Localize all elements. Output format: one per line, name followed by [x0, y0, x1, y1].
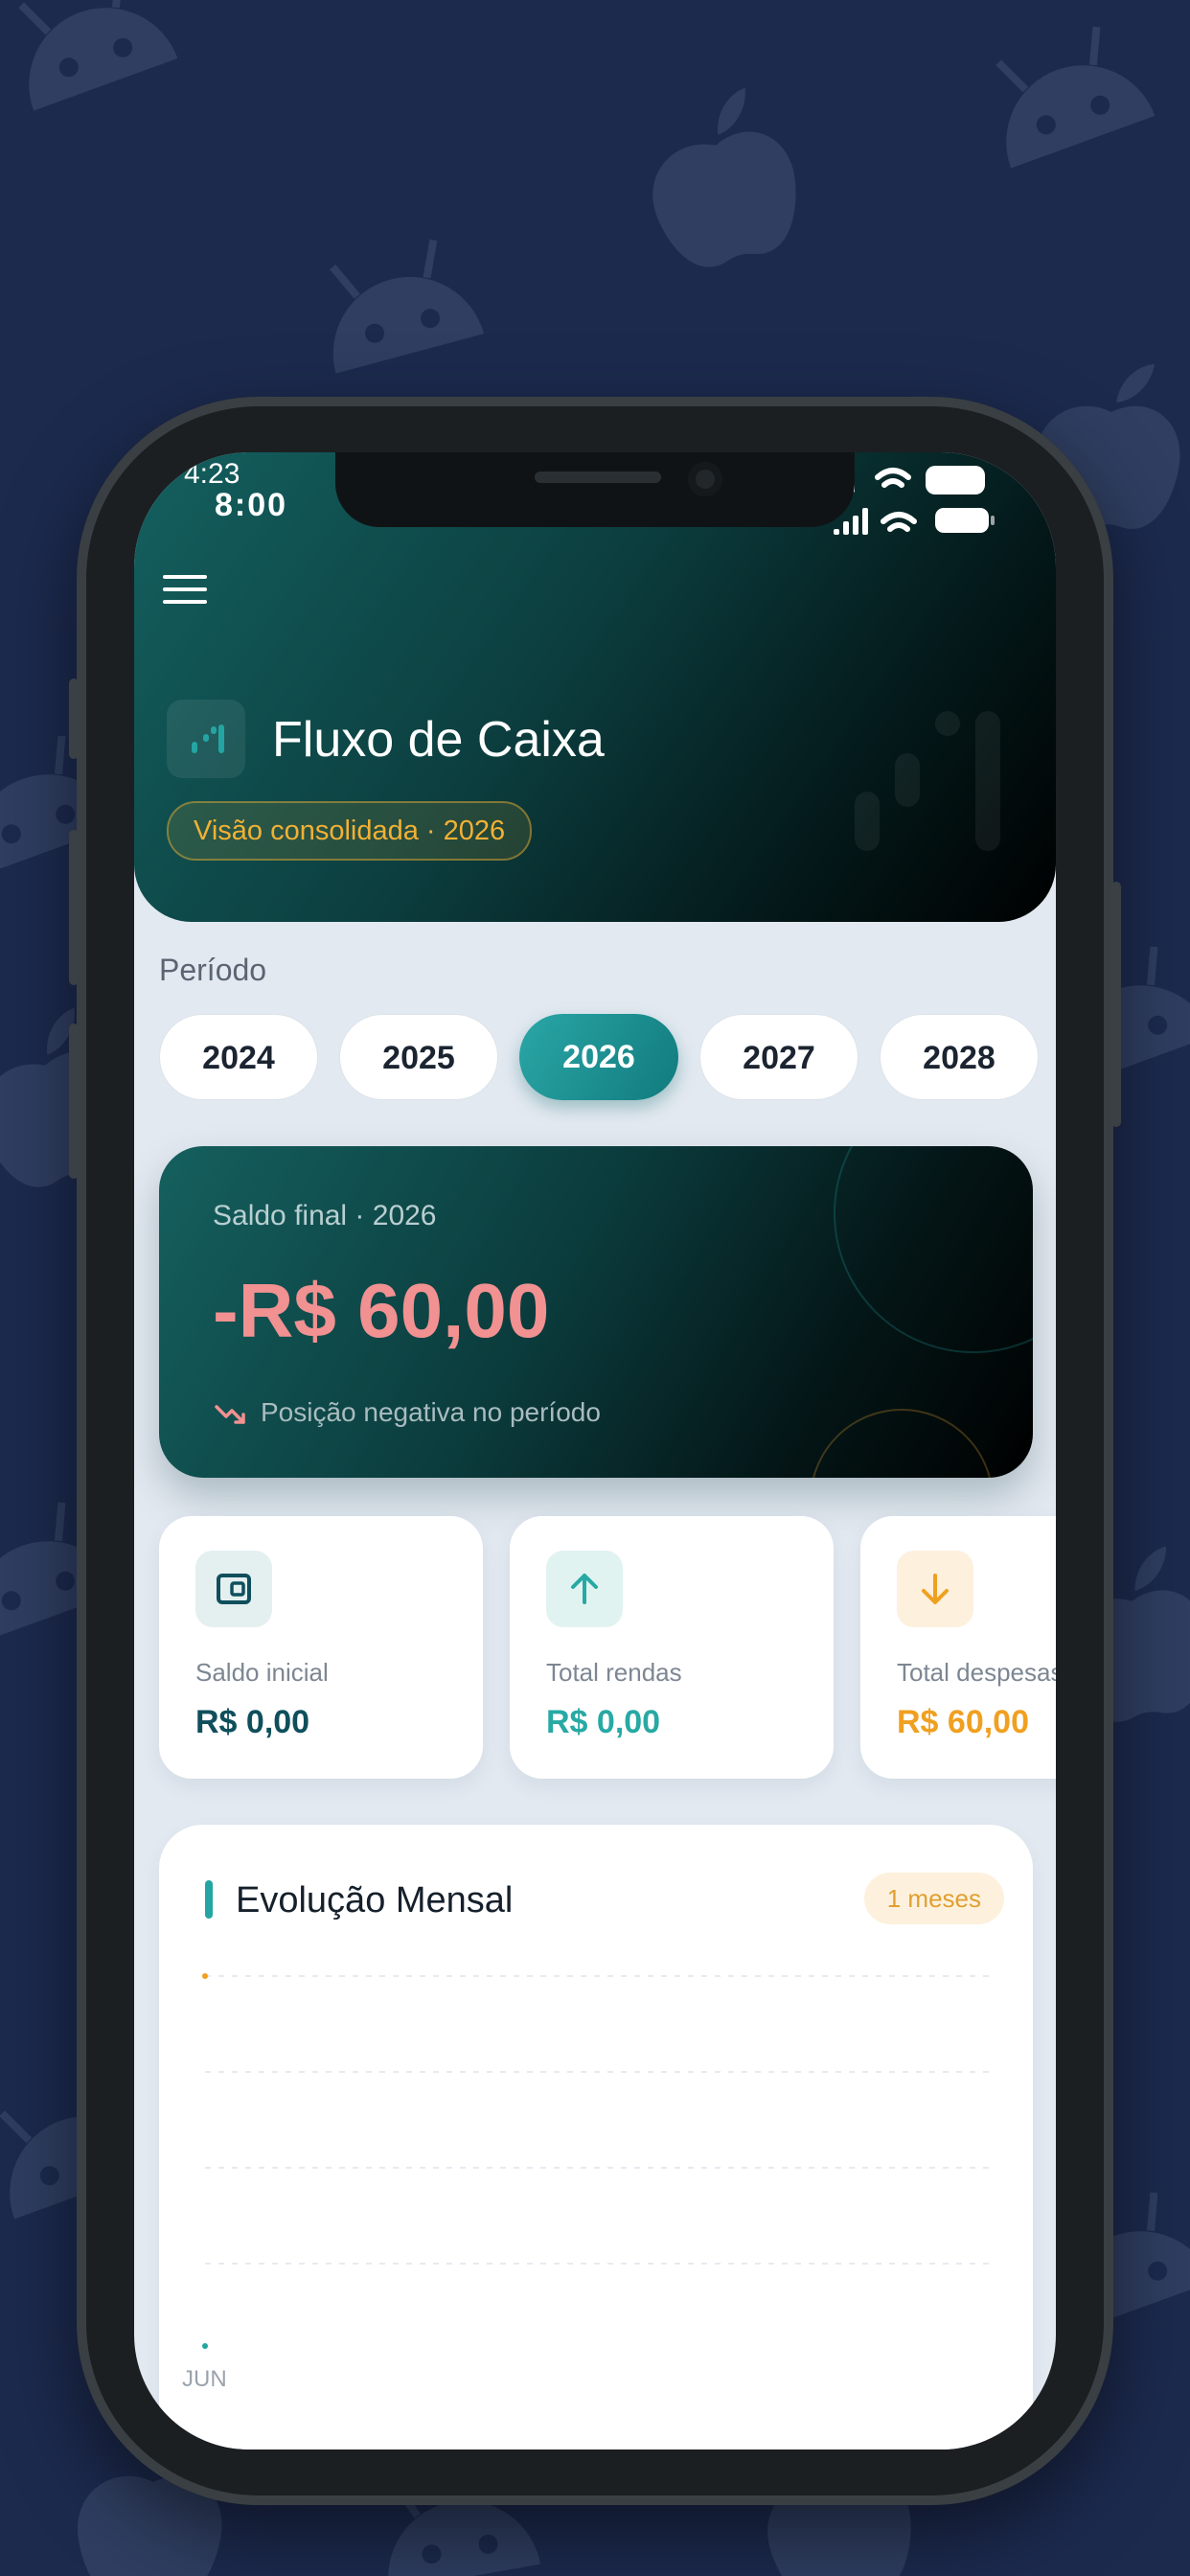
- year-chip-2028[interactable]: 2028: [880, 1014, 1039, 1100]
- arrow-down-icon: [897, 1551, 973, 1627]
- volume-down-button: [69, 1024, 79, 1179]
- arrow-up-icon: [546, 1551, 623, 1627]
- card-label: Total despesas: [897, 1658, 1056, 1687]
- data-point-1-0: [202, 1973, 208, 1979]
- trending-down-icon: [215, 1405, 245, 1424]
- card-value: R$ 0,00: [546, 1704, 661, 1740]
- card-total-rendas: Total rendas R$ 0,00: [510, 1516, 834, 1779]
- card-saldo-inicial: Saldo inicial R$ 0,00: [159, 1516, 483, 1779]
- year-chip-2027[interactable]: 2027: [699, 1014, 858, 1100]
- status-icons: [830, 466, 995, 535]
- wifi-icon: [875, 468, 917, 532]
- bar-chart-icon: [192, 724, 224, 753]
- card-total-despesas: Total despesas R$ 60,00: [860, 1516, 1056, 1779]
- summary-cards: Saldo inicial R$ 0,00 Total rendas R$ 0,…: [159, 1516, 1056, 1781]
- card-value: R$ 0,00: [195, 1704, 310, 1740]
- x-tick-label: JUN: [182, 2366, 227, 2392]
- speaker-grille: [535, 472, 661, 483]
- title-accent-bar: [205, 1880, 213, 1919]
- year-chip-2025[interactable]: 2025: [339, 1014, 498, 1100]
- battery-icon: [926, 466, 985, 494]
- power-button: [1111, 882, 1121, 1127]
- status-time: 8:00: [215, 487, 288, 523]
- app-logo: [167, 700, 245, 778]
- mute-switch: [69, 678, 79, 759]
- status-time-secondary: 4:23: [184, 458, 240, 490]
- card-value: R$ 60,00: [897, 1704, 1029, 1740]
- chart-title: Evolução Mensal: [236, 1880, 514, 1920]
- app-title: Fluxo de Caixa: [272, 712, 605, 768]
- monthly-evolution-card: Evolução Mensal 1 meses JUN: [159, 1825, 1033, 2450]
- balance-note: Posição negativa no período: [261, 1397, 601, 1427]
- menu-button[interactable]: [163, 575, 207, 613]
- period-label: Período: [159, 953, 267, 987]
- battery-icon-2: [935, 508, 989, 533]
- wallet-icon: [195, 1551, 272, 1627]
- final-balance-label: Saldo final · 2026: [213, 1200, 437, 1231]
- final-balance-card: Saldo final · 2026 -R$ 60,00 Posição neg…: [159, 1146, 1033, 1478]
- year-chip-2026[interactable]: 2026: [519, 1014, 678, 1100]
- front-camera: [688, 462, 722, 496]
- monthly-chart: JUN: [182, 1973, 993, 2392]
- volume-up-button: [69, 830, 79, 985]
- final-balance-value: -R$ 60,00: [213, 1268, 550, 1353]
- card-label: Total rendas: [546, 1658, 682, 1687]
- decorative-bars-icon: [855, 711, 1000, 851]
- device-notch: [335, 452, 855, 527]
- app-screen: 4:23 8:00 Fluxo de Caixa Visão consolida…: [134, 452, 1056, 2450]
- year-chip-2024[interactable]: 2024: [159, 1014, 318, 1100]
- months-count-badge: 1 meses: [863, 1873, 1004, 1924]
- card-label: Saldo inicial: [195, 1658, 329, 1687]
- hamburger-icon: [163, 575, 207, 579]
- consolidated-badge: Visão consolidada · 2026: [167, 801, 533, 861]
- data-point-0-0: [202, 2343, 208, 2349]
